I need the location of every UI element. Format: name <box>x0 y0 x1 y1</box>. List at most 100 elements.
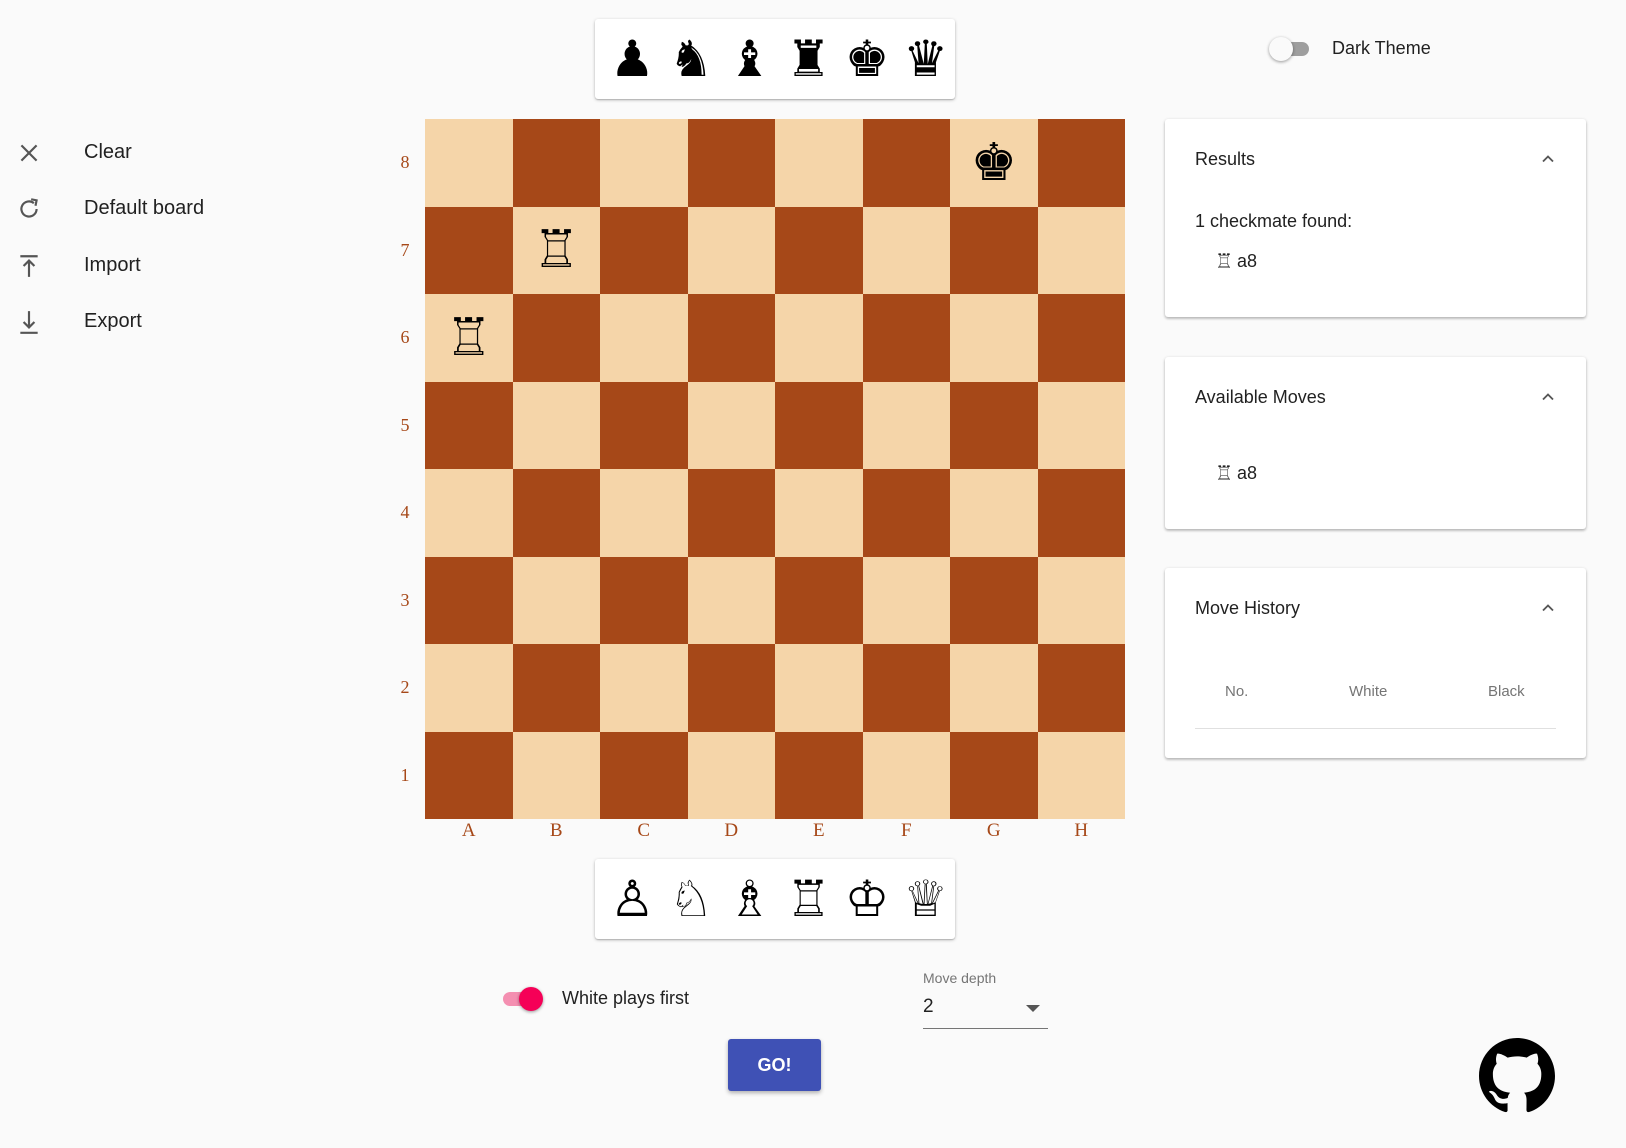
black-rook-icon[interactable]: ♜ <box>779 24 838 94</box>
square-f5[interactable] <box>862 381 950 469</box>
square-a5[interactable] <box>425 381 513 469</box>
square-h8[interactable] <box>1037 119 1125 207</box>
square-g8[interactable]: ♚ <box>950 119 1038 207</box>
square-h7[interactable] <box>1037 206 1125 294</box>
piece-g8[interactable]: ♚ <box>970 137 1017 189</box>
square-g6[interactable] <box>950 294 1038 382</box>
available-moves-title: Available Moves <box>1195 387 1326 407</box>
dark-theme-toggle[interactable] <box>1269 35 1313 63</box>
square-a3[interactable] <box>425 556 513 644</box>
square-a1[interactable] <box>425 731 513 819</box>
square-d5[interactable] <box>687 381 775 469</box>
square-c2[interactable] <box>600 644 688 732</box>
square-b7[interactable]: ♖ <box>512 206 600 294</box>
square-h6[interactable] <box>1037 294 1125 382</box>
square-h2[interactable] <box>1037 644 1125 732</box>
move-history-card: Move History No. White Black <box>1165 568 1586 758</box>
chevron-up-icon[interactable] <box>1538 387 1558 407</box>
square-c5[interactable] <box>600 381 688 469</box>
white-rook-icon[interactable]: ♖ <box>779 864 838 934</box>
square-b8[interactable] <box>512 119 600 207</box>
square-d4[interactable] <box>687 469 775 557</box>
chevron-up-icon[interactable] <box>1538 149 1558 169</box>
square-c1[interactable] <box>600 731 688 819</box>
dark-theme-label: Dark Theme <box>1332 38 1431 58</box>
square-c6[interactable] <box>600 294 688 382</box>
default-board-button[interactable]: Default board <box>0 180 300 236</box>
square-d8[interactable] <box>687 119 775 207</box>
square-d3[interactable] <box>687 556 775 644</box>
black-bishop-icon[interactable]: ♝ <box>720 24 779 94</box>
square-d7[interactable] <box>687 206 775 294</box>
piece-a6[interactable]: ♖ <box>445 312 492 364</box>
rank-label: 4 <box>400 502 410 522</box>
move-depth-select[interactable]: 2 <box>923 993 1048 1029</box>
square-g7[interactable] <box>950 206 1038 294</box>
square-a7[interactable] <box>425 206 513 294</box>
square-h5[interactable] <box>1037 381 1125 469</box>
square-f1[interactable] <box>862 731 950 819</box>
square-f7[interactable] <box>862 206 950 294</box>
square-g1[interactable] <box>950 731 1038 819</box>
square-e1[interactable] <box>775 731 863 819</box>
square-h3[interactable] <box>1037 556 1125 644</box>
piece-b7[interactable]: ♖ <box>533 224 580 276</box>
square-c4[interactable] <box>600 469 688 557</box>
square-c7[interactable] <box>600 206 688 294</box>
import-button[interactable]: Import <box>0 237 300 293</box>
white-king-icon[interactable]: ♔ <box>838 864 897 934</box>
white-queen-icon[interactable]: ♕ <box>896 864 955 934</box>
go-button[interactable]: GO! <box>728 1039 821 1091</box>
square-g5[interactable] <box>950 381 1038 469</box>
square-g4[interactable] <box>950 469 1038 557</box>
github-icon[interactable] <box>1479 1038 1555 1114</box>
square-b4[interactable] <box>512 469 600 557</box>
square-e8[interactable] <box>775 119 863 207</box>
white-knight-icon[interactable]: ♘ <box>662 864 721 934</box>
square-h1[interactable] <box>1037 731 1125 819</box>
results-summary: 1 checkmate found: <box>1195 211 1353 231</box>
black-king-icon[interactable]: ♚ <box>838 24 897 94</box>
square-c3[interactable] <box>600 556 688 644</box>
square-f4[interactable] <box>862 469 950 557</box>
square-b3[interactable] <box>512 556 600 644</box>
square-f2[interactable] <box>862 644 950 732</box>
square-a2[interactable] <box>425 644 513 732</box>
square-e3[interactable] <box>775 556 863 644</box>
square-e6[interactable] <box>775 294 863 382</box>
square-d2[interactable] <box>687 644 775 732</box>
square-g2[interactable] <box>950 644 1038 732</box>
black-pawn-icon[interactable]: ♟ <box>603 24 662 94</box>
square-a4[interactable] <box>425 469 513 557</box>
square-e4[interactable] <box>775 469 863 557</box>
square-h4[interactable] <box>1037 469 1125 557</box>
white-plays-first-toggle[interactable] <box>499 985 543 1013</box>
square-e2[interactable] <box>775 644 863 732</box>
result-move[interactable]: ♖ a8 <box>1215 249 1257 273</box>
square-b2[interactable] <box>512 644 600 732</box>
square-b5[interactable] <box>512 381 600 469</box>
square-a6[interactable]: ♖ <box>425 294 513 382</box>
square-f6[interactable] <box>862 294 950 382</box>
chevron-up-icon[interactable] <box>1538 598 1558 618</box>
available-move[interactable]: ♖ a8 <box>1215 461 1257 485</box>
square-b6[interactable] <box>512 294 600 382</box>
square-e7[interactable] <box>775 206 863 294</box>
square-g3[interactable] <box>950 556 1038 644</box>
white-pawn-icon[interactable]: ♙ <box>603 864 662 934</box>
clear-button[interactable]: Clear <box>0 124 300 180</box>
white-bishop-icon[interactable]: ♗ <box>720 864 779 934</box>
square-f3[interactable] <box>862 556 950 644</box>
square-b1[interactable] <box>512 731 600 819</box>
square-d6[interactable] <box>687 294 775 382</box>
file-label: E <box>812 820 825 841</box>
square-d1[interactable] <box>687 731 775 819</box>
square-f8[interactable] <box>862 119 950 207</box>
black-queen-icon[interactable]: ♛ <box>896 24 955 94</box>
square-e5[interactable] <box>775 381 863 469</box>
export-button[interactable]: Export <box>0 293 300 349</box>
history-column-no: No. <box>1225 683 1249 700</box>
black-knight-icon[interactable]: ♞ <box>662 24 721 94</box>
square-c8[interactable] <box>600 119 688 207</box>
square-a8[interactable] <box>425 119 513 207</box>
